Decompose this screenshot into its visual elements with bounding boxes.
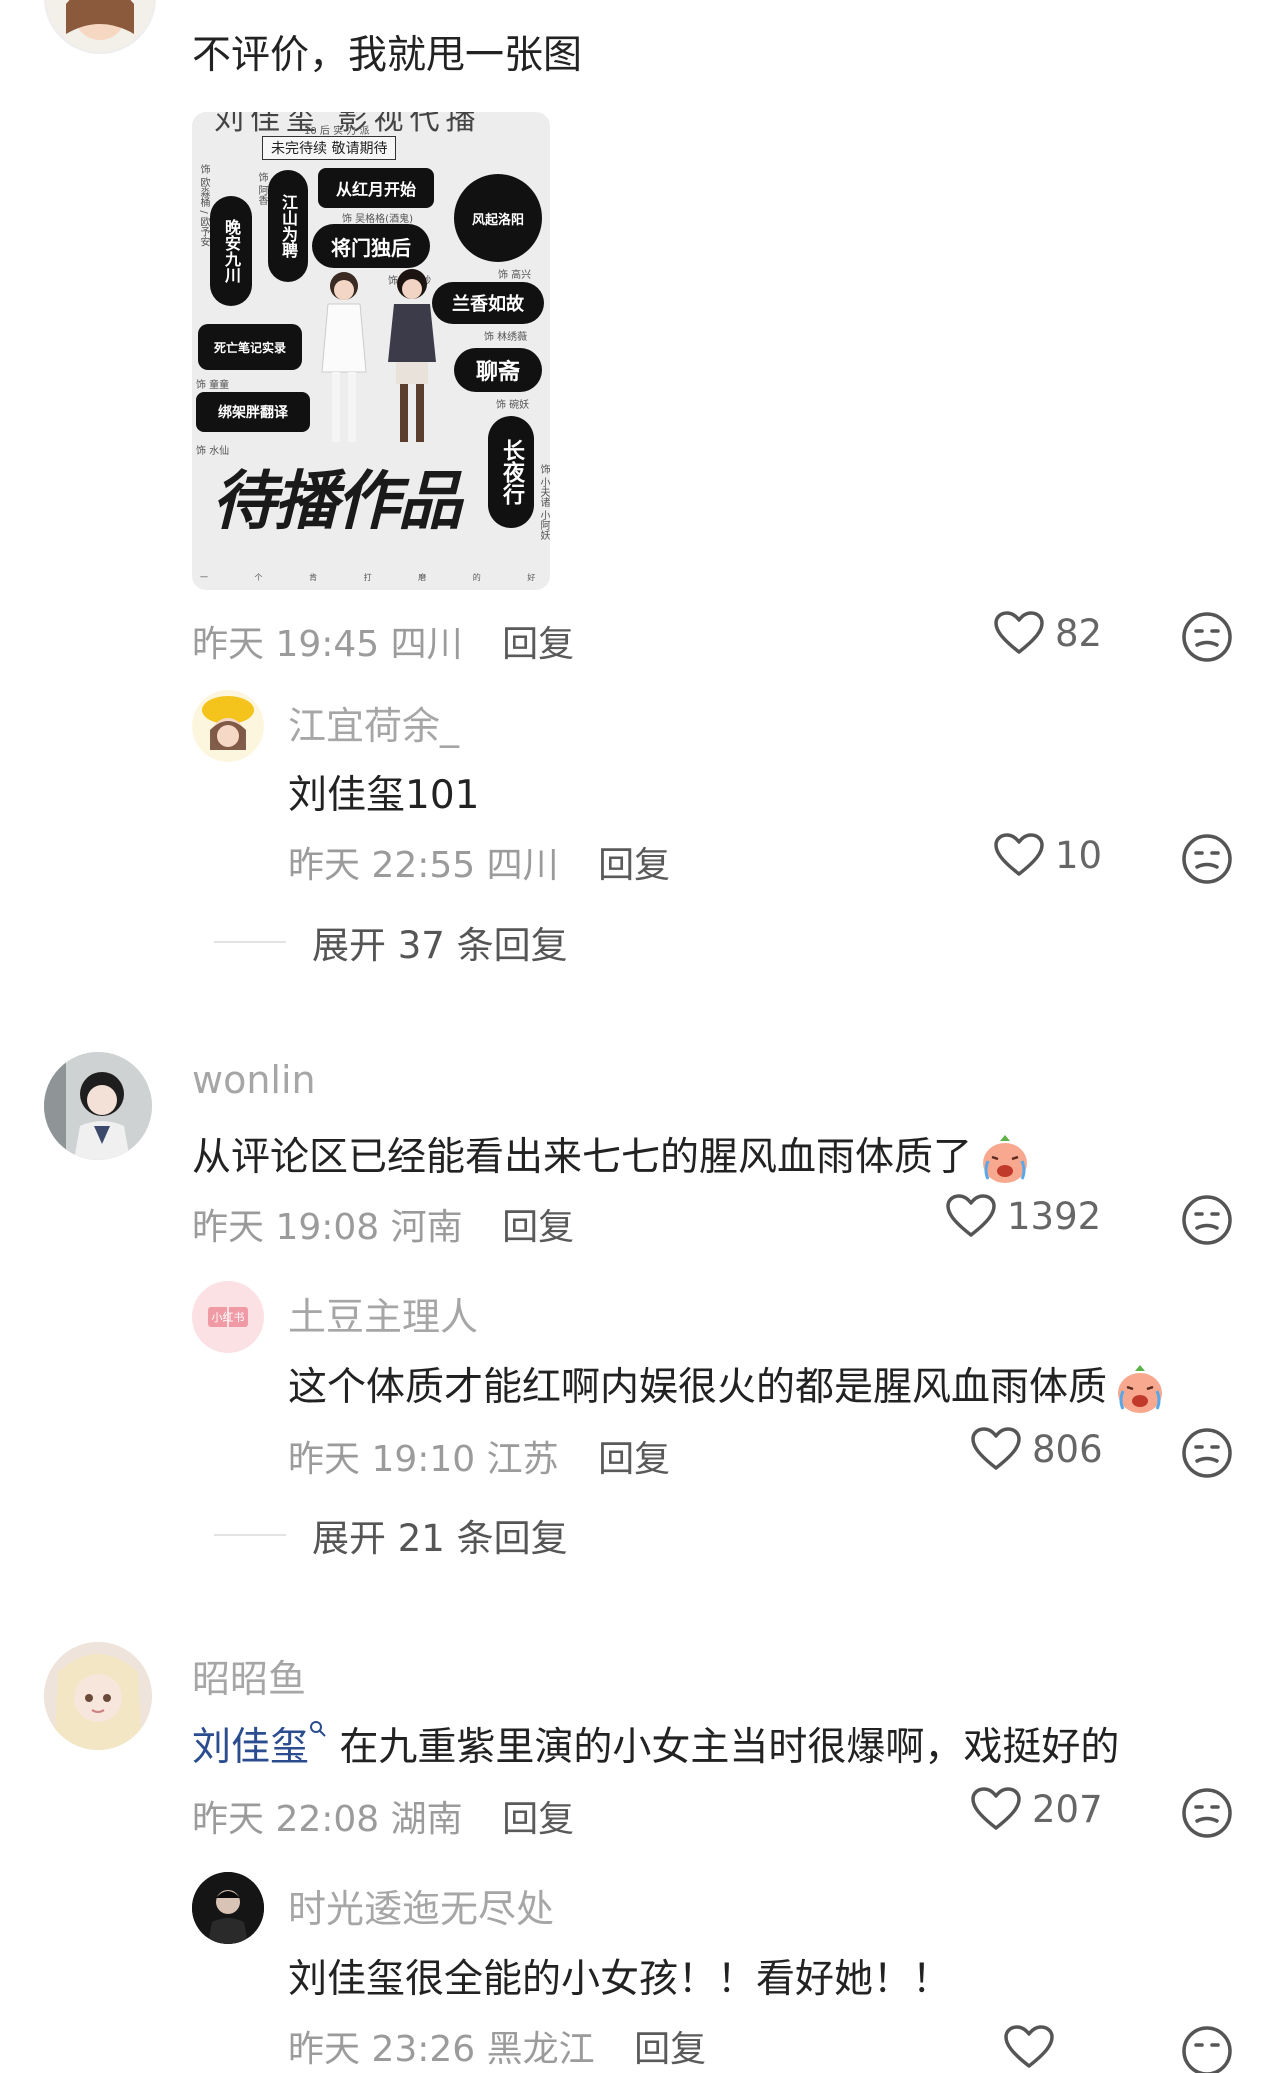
comment-text: 从评论区已经能看出来七七的腥风血雨体质了 (192, 1126, 1032, 1185)
comment-time: 昨天 19:45 (192, 624, 380, 665)
reply-button[interactable]: 回复 (502, 624, 574, 665)
poster-work-title: 风起洛阳 (454, 174, 542, 262)
heart-outline-icon (971, 1427, 1021, 1470)
avatar-label: 小红书 (211, 1311, 245, 1324)
crying-emoji-icon (983, 1134, 1028, 1183)
expand-label: 展开 37 条回复 (312, 924, 568, 967)
dislike-face-icon[interactable] (1180, 832, 1234, 886)
role-label: 饰 高兴 (498, 270, 532, 281)
like-count: 806 (1032, 1427, 1103, 1471)
comment-meta: 昨天 19:08 河南 回复 (192, 1198, 574, 1250)
poster-big-text: 待播作品 (212, 465, 462, 539)
comment-text: 不评价，我就甩一张图 (192, 33, 583, 78)
reply-meta: 昨天 22:55 四川 回复 (288, 836, 670, 888)
role-label: 饰 碗妖 (496, 400, 530, 411)
heart-outline-icon (946, 1194, 996, 1237)
reply-button[interactable]: 回复 (598, 845, 670, 886)
like-count: 207 (1032, 1787, 1103, 1831)
heart-outline-icon (971, 1787, 1021, 1830)
reply-button[interactable]: 回复 (634, 2029, 706, 2070)
reply-meta: 昨天 23:26 黑龙江 回复 (288, 2020, 706, 2072)
reply-location: 江苏 (486, 1439, 559, 1480)
comment-text-body: 在九重紫里演的小女主当时很爆啊，戏挺好的 (327, 1725, 1120, 1770)
reply-author[interactable]: 土豆主理人 (288, 1286, 478, 1341)
role-label: 饰 吴格格(酒鬼) (342, 214, 413, 225)
comment-text-body: 从评论区已经能看出来七七的腥风血雨体质了 (192, 1135, 973, 1180)
like-button[interactable]: 1392 (945, 1193, 1101, 1239)
comment-time: 昨天 22:08 (192, 1799, 380, 1840)
avatar[interactable] (44, 1642, 152, 1750)
role-label: 饰 林绣薇 (484, 332, 528, 343)
poster-subtitle: 未完待续 敬请期待 (262, 136, 397, 160)
reply-button[interactable]: 回复 (502, 1799, 574, 1840)
mention-link[interactable]: 刘佳玺 (192, 1725, 309, 1770)
role-label: 饰 小夫诸 小阿妖 (538, 464, 549, 541)
reply-author[interactable]: 时光逶迤无尽处 (288, 1878, 554, 1933)
heart-outline-icon (994, 833, 1044, 876)
dislike-face-icon[interactable] (1180, 610, 1234, 664)
like-button[interactable]: 806 (970, 1426, 1103, 1472)
comment-text: 刘佳玺 在九重紫里演的小女主当时很爆啊，戏挺好的 (192, 1716, 1119, 1772)
comment-author[interactable]: 昭昭鱼 (192, 1648, 306, 1703)
avatar[interactable] (44, 0, 156, 54)
dislike-face-icon[interactable] (1180, 1786, 1234, 1840)
reply-button[interactable]: 回复 (598, 1439, 670, 1480)
crying-emoji-icon (1118, 1364, 1163, 1413)
divider (214, 1534, 286, 1536)
avatar[interactable] (192, 1872, 264, 1944)
poster-work-title: 聊斋 (454, 348, 542, 392)
poster-work-title: 死亡笔记实录 (198, 324, 302, 370)
reply-time: 昨天 23:26 (288, 2029, 476, 2070)
like-count: 10 (1055, 833, 1103, 877)
role-label: 饰 欧淼桶 / 欧予安 (198, 164, 209, 247)
dislike-face-icon[interactable] (1180, 1426, 1234, 1480)
comment-location: 四川 (390, 624, 463, 665)
heart-outline-icon (994, 611, 1044, 654)
poster-work-title: 长夜行 (488, 416, 534, 528)
role-label: 饰 童童 (196, 380, 230, 391)
reply-button[interactable]: 回复 (502, 1207, 574, 1248)
comment-meta: 昨天 19:45 四川 回复 (192, 615, 574, 667)
like-count: 82 (1055, 611, 1103, 655)
reply-text-body: 这个体质才能红啊内娱很火的都是腥风血雨体质 (288, 1365, 1108, 1410)
poster-footer: 一 个 肯 打 磨 的 好 演 员 (200, 573, 550, 582)
comment-time: 昨天 19:08 (192, 1207, 380, 1248)
comment-author[interactable]: wonlin (192, 1058, 316, 1102)
reply-text: 这个体质才能红啊内娱很火的都是腥风血雨体质 (288, 1356, 1167, 1415)
avatar[interactable]: 小红书 (192, 1281, 264, 1353)
reply-author[interactable]: 江宜荷余_ (288, 695, 459, 750)
heart-outline-icon[interactable] (1003, 2024, 1055, 2070)
dislike-face-icon[interactable] (1180, 2024, 1234, 2073)
comment-meta: 昨天 22:08 湖南 回复 (192, 1790, 574, 1842)
like-button[interactable]: 10 (993, 832, 1102, 878)
expand-replies-button[interactable]: 展开 37 条回复 (214, 915, 568, 969)
reply-time: 昨天 19:10 (288, 1439, 476, 1480)
reply-location: 四川 (486, 845, 559, 886)
poster-figures (321, 269, 436, 442)
comment-image[interactable]: 刘佳玺 影视代播 10 后 实 力 派 未完待续 敬请期待 饰 欧淼桶 / 欧予… (192, 112, 550, 590)
expand-replies-button[interactable]: 展开 21 条回复 (214, 1508, 568, 1562)
avatar[interactable] (44, 1052, 152, 1160)
comment-location: 湖南 (390, 1799, 463, 1840)
expand-label: 展开 21 条回复 (312, 1517, 568, 1560)
reply-meta: 昨天 19:10 江苏 回复 (288, 1430, 670, 1482)
role-label: 饰 阿香 (256, 172, 267, 206)
reply-location: 黑龙江 (486, 2029, 595, 2070)
poster-work-title: 绑架胖翻译 (196, 392, 310, 432)
search-mention-icon (310, 1721, 326, 1737)
reply-text: 刘佳玺很全能的小女孩！！看好她！！ (288, 1957, 952, 2002)
reply-time: 昨天 22:55 (288, 845, 476, 886)
comment-location: 河南 (390, 1207, 463, 1248)
avatar[interactable] (192, 690, 264, 762)
divider (214, 941, 286, 943)
dislike-face-icon[interactable] (1180, 1193, 1234, 1247)
like-count: 1392 (1007, 1194, 1102, 1238)
poster-work-title: 晚安九川 (210, 196, 252, 306)
poster-work-title: 从红月开始 (318, 168, 434, 208)
like-button[interactable]: 82 (993, 610, 1102, 656)
reply-text: 刘佳玺101 (288, 773, 480, 818)
poster-top-small: 10 后 实 力 派 (304, 126, 370, 137)
like-button[interactable]: 207 (970, 1786, 1103, 1832)
